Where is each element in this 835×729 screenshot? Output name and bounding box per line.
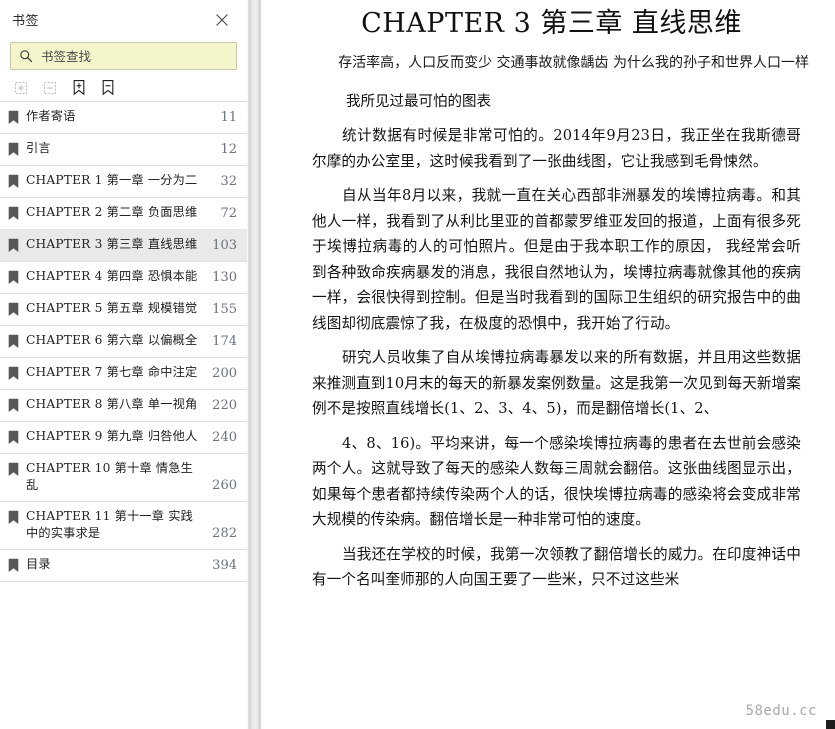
watermark: 58edu.cc bbox=[745, 703, 817, 719]
bookmark-minus-icon bbox=[100, 79, 116, 96]
bookmark-icon bbox=[8, 206, 19, 221]
bookmark-item-label: CHAPTER 4 第四章 恐惧本能 bbox=[26, 269, 198, 283]
chapter-subtitle: 存活率高，人口反而变少 交通事故就像龋齿 为什么我的孙子和世界人口一样 bbox=[338, 55, 809, 71]
bookmark-toolbar bbox=[0, 70, 247, 102]
bookmark-item[interactable]: 引言 12 bbox=[0, 134, 247, 166]
bookmark-icon bbox=[8, 302, 19, 317]
bookmark-item-label: 引言 bbox=[26, 141, 51, 155]
bookmark-icon bbox=[8, 398, 19, 413]
bookmark-page-number: 12 bbox=[220, 142, 237, 157]
document-page: CHAPTER 3 第三章 直线思维 存活率高，人口反而变少 交通事故就像龋齿 … bbox=[262, 0, 835, 729]
bookmark-icon bbox=[8, 334, 19, 349]
document-body: 统计数据有时候是非常可怕的。2014年9月23日，我正坐在我斯德哥尔摩的办公室里… bbox=[284, 123, 819, 593]
bookmark-page-number: 11 bbox=[220, 110, 237, 125]
bookmark-page-number: 155 bbox=[212, 302, 237, 317]
document-paragraph: 自从当年8月以来，我就一直在关心西部非洲暴发的埃博拉病毒。和其他人一样，我看到了… bbox=[312, 187, 801, 332]
bookmark-item-label: CHAPTER 7 第七章 命中注定 bbox=[26, 365, 198, 379]
expand-plus-box-icon bbox=[13, 80, 29, 96]
bookmark-page-number: 130 bbox=[212, 270, 237, 285]
bookmark-item[interactable]: CHAPTER 9 第九章 归咎他人 240 bbox=[0, 422, 247, 454]
document-paragraph: 当我还在学校的时候，我第一次领教了翻倍增长的威力。在印度神话中有一个名叫奎师那的… bbox=[312, 545, 801, 589]
bookmark-icon bbox=[8, 462, 19, 477]
bookmark-item-label: 目录 bbox=[26, 557, 51, 571]
bookmark-page-number: 220 bbox=[212, 398, 237, 413]
bookmark-item[interactable]: CHAPTER 3 第三章 直线思维 103 bbox=[0, 230, 247, 262]
chapter-title: CHAPTER 3 第三章 直线思维 bbox=[361, 8, 742, 39]
bookmark-page-number: 260 bbox=[212, 478, 237, 493]
remove-bookmark-button[interactable] bbox=[95, 76, 121, 100]
bookmark-page-number: 174 bbox=[212, 334, 237, 349]
bookmark-item[interactable]: 目录 394 bbox=[0, 550, 247, 582]
corner-marker bbox=[826, 720, 835, 729]
bookmark-list[interactable]: 作者寄语 11 引言 12 CHAPTER 1 第一章 一分为二 32 CHAPTER 2 … bbox=[0, 102, 247, 729]
bookmark-icon bbox=[8, 110, 19, 125]
bookmark-item-label: CHAPTER 2 第二章 负面思维 bbox=[26, 205, 198, 219]
bookmark-page-number: 72 bbox=[220, 206, 237, 221]
document-paragraph: 研究人员收集了自从埃博拉病毒暴发以来的所有数据，并且用这些数据来推测直到10月末… bbox=[312, 349, 801, 417]
bookmark-plus-icon bbox=[71, 79, 87, 96]
bookmark-item[interactable]: CHAPTER 1 第一章 一分为二 32 bbox=[0, 166, 247, 198]
bookmark-icon bbox=[8, 430, 19, 445]
document-paragraph: 4、8、16)。平均来讲，每一个感染埃博拉病毒的患者在去世前会感染两个人。这就导… bbox=[312, 434, 801, 529]
bookmark-icon bbox=[8, 238, 19, 253]
add-bookmark-button[interactable] bbox=[66, 76, 92, 100]
section-heading: 我所见过最可怕的图表 bbox=[346, 94, 491, 110]
bookmark-item[interactable]: CHAPTER 4 第四章 恐惧本能 130 bbox=[0, 262, 247, 294]
collapse-all-button[interactable] bbox=[37, 76, 63, 100]
bookmark-item[interactable]: CHAPTER 10 第十章 情急生乱 260 bbox=[0, 454, 247, 502]
expand-all-button[interactable] bbox=[8, 76, 34, 100]
bookmark-search-input[interactable] bbox=[41, 48, 228, 64]
sidebar-title: 书签 bbox=[12, 12, 40, 28]
bookmark-item[interactable]: 作者寄语 11 bbox=[0, 102, 247, 134]
bookmark-item-label: CHAPTER 8 第八章 单一视角 bbox=[26, 397, 198, 411]
bookmark-item-label: CHAPTER 11 第十一章 实践中的实事求是 bbox=[26, 509, 194, 540]
bookmark-icon bbox=[8, 270, 19, 285]
bookmark-item[interactable]: CHAPTER 8 第八章 单一视角 220 bbox=[0, 390, 247, 422]
bookmark-item[interactable]: CHAPTER 11 第十一章 实践中的实事求是 282 bbox=[0, 502, 247, 550]
bookmark-item-label: CHAPTER 3 第三章 直线思维 bbox=[26, 237, 198, 251]
bookmark-page-number: 282 bbox=[212, 526, 237, 541]
bookmark-search-container bbox=[0, 40, 247, 70]
bookmark-icon bbox=[8, 510, 19, 525]
sidebar-header: 书签 bbox=[0, 0, 247, 40]
bookmarks-sidebar: 书签 书签查找 作者寄语 11 引言 12 CHAPTER 1 第一章 一分为二… bbox=[0, 0, 247, 729]
bookmark-item-label: CHAPTER 1 第一章 一分为二 bbox=[26, 173, 198, 187]
bookmark-page-number: 240 bbox=[212, 430, 237, 445]
bookmark-page-number: 200 bbox=[212, 366, 237, 381]
bookmark-item[interactable]: CHAPTER 7 第七章 命中注定 200 bbox=[0, 358, 247, 390]
reader-window: 书签 书签查找 作者寄语 11 引言 12 CHAPTER 1 第一章 一分为二… bbox=[0, 0, 835, 729]
bookmark-search-box[interactable] bbox=[10, 42, 237, 70]
bookmark-item[interactable]: CHAPTER 6 第六章 以偏概全 174 bbox=[0, 326, 247, 358]
collapse-minus-box-icon bbox=[42, 80, 58, 96]
bookmark-item-label: CHAPTER 10 第十章 情急生乱 bbox=[26, 461, 194, 492]
bookmark-icon bbox=[8, 366, 19, 381]
bookmark-icon bbox=[8, 142, 19, 157]
search-icon bbox=[19, 49, 33, 63]
sidebar-splitter[interactable] bbox=[247, 0, 262, 729]
document-paragraph: 统计数据有时候是非常可怕的。2014年9月23日，我正坐在我斯德哥尔摩的办公室里… bbox=[312, 127, 801, 170]
bookmark-icon bbox=[8, 558, 19, 573]
bookmark-page-number: 32 bbox=[220, 174, 237, 189]
bookmark-icon bbox=[8, 174, 19, 189]
bookmark-item-label: CHAPTER 5 第五章 规模错觉 bbox=[26, 301, 198, 315]
bookmark-item[interactable]: CHAPTER 2 第二章 负面思维 72 bbox=[0, 198, 247, 230]
bookmark-item-label: CHAPTER 6 第六章 以偏概全 bbox=[26, 333, 198, 347]
bookmark-item-label: CHAPTER 9 第九章 归咎他人 bbox=[26, 429, 198, 443]
close-icon[interactable] bbox=[211, 9, 233, 31]
bookmark-item-label: 作者寄语 bbox=[26, 109, 76, 123]
bookmark-page-number: 394 bbox=[212, 558, 237, 573]
bookmark-page-number: 103 bbox=[212, 238, 237, 253]
bookmark-item[interactable]: CHAPTER 5 第五章 规模错觉 155 bbox=[0, 294, 247, 326]
